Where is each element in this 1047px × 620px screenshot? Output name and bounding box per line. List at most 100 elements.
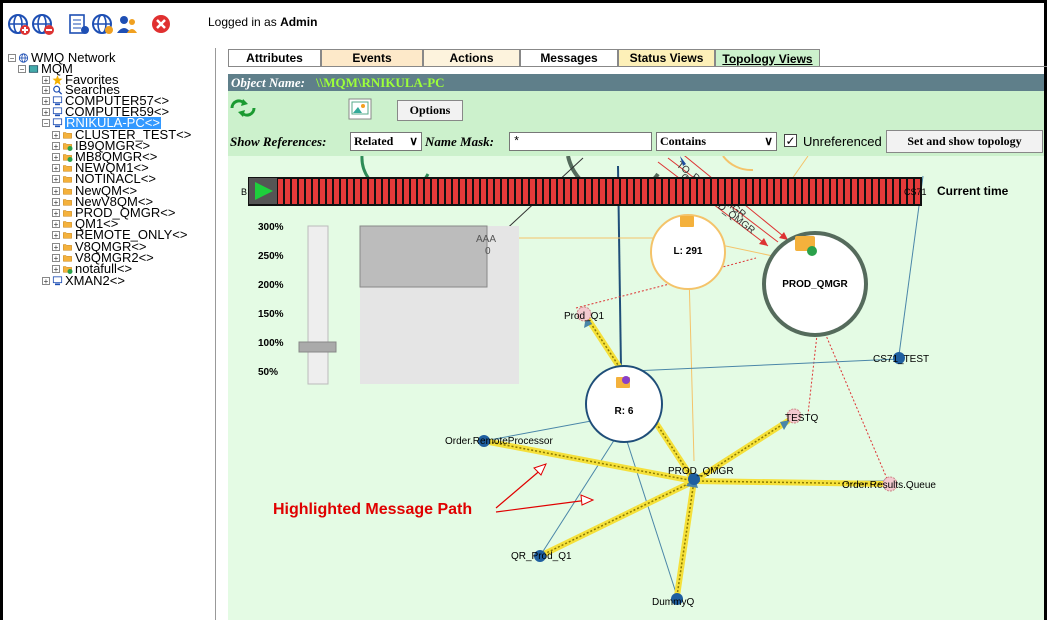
timeline-segment[interactable] [845,179,850,204]
users-icon[interactable] [116,13,138,35]
timeline-segment[interactable] [656,179,661,204]
zoom-slider-thumb[interactable] [298,341,337,353]
expand-icon[interactable]: + [52,197,60,206]
timeline-segment[interactable] [761,179,766,204]
timeline-segment[interactable] [530,179,535,204]
timeline-segment[interactable] [880,179,885,204]
timeline-segment[interactable] [747,179,752,204]
timeline-segment[interactable] [859,179,864,204]
close-icon[interactable] [150,13,172,35]
collapse-icon[interactable]: − [42,118,50,127]
timeline-segment[interactable] [348,179,353,204]
expand-icon[interactable]: + [52,141,60,150]
timeline-segment[interactable] [334,179,339,204]
timeline-segment[interactable] [705,179,710,204]
expand-icon[interactable]: + [52,219,60,228]
collapse-icon[interactable]: − [8,53,16,62]
timeline-segment[interactable] [523,179,528,204]
timeline-segment[interactable] [621,179,626,204]
expand-icon[interactable]: + [52,174,60,183]
tab-status-views[interactable]: Status Views [618,49,715,66]
timeline-segment[interactable] [740,179,745,204]
expand-icon[interactable]: + [42,85,50,94]
timeline-segment[interactable] [642,179,647,204]
expand-icon[interactable]: + [52,242,60,251]
timeline-segment[interactable] [467,179,472,204]
timeline-segment[interactable] [726,179,731,204]
expand-icon[interactable]: + [52,130,60,139]
timeline-segment[interactable] [670,179,675,204]
timeline-segment[interactable] [817,179,822,204]
timeline-segment[interactable] [768,179,773,204]
timeline-segment[interactable] [663,179,668,204]
expand-icon[interactable]: + [42,96,50,105]
timeline-segment[interactable] [299,179,304,204]
timeline-segment[interactable] [383,179,388,204]
timeline-segment[interactable] [712,179,717,204]
timeline-segment[interactable] [754,179,759,204]
tree-divider[interactable] [215,48,216,620]
set-and-show-topology-button[interactable]: Set and show topology [886,130,1043,153]
timeline-segment[interactable] [733,179,738,204]
timeline-segment[interactable] [320,179,325,204]
tab-actions[interactable]: Actions [423,49,520,66]
topology-canvas[interactable]: TO_PROD_QMGR CHL_PROD_QMGR L: 291 R: 6 P… [228,156,1044,620]
timeline-segment[interactable] [579,179,584,204]
expand-icon[interactable]: + [42,276,50,285]
timeline-segment[interactable] [873,179,878,204]
timeline-segment[interactable] [376,179,381,204]
export-image-icon[interactable] [348,98,372,120]
remove-network-icon[interactable] [32,13,54,35]
timeline-segment[interactable] [691,179,696,204]
timeline-segment[interactable] [635,179,640,204]
timeline-segment[interactable] [292,179,297,204]
timeline-segment[interactable] [285,179,290,204]
refresh-icon[interactable] [229,97,257,119]
expand-icon[interactable]: + [52,208,60,217]
timeline-segment[interactable] [586,179,591,204]
group-circle-partial[interactable] [722,156,754,172]
timeline-segment[interactable] [411,179,416,204]
tree-item[interactable]: + XMAN2<> [42,274,125,287]
timeline-segment[interactable] [278,179,283,204]
expand-icon[interactable]: + [52,230,60,239]
expand-icon[interactable]: + [52,264,60,273]
timeline-segment[interactable] [453,179,458,204]
expand-icon[interactable]: + [52,163,60,172]
timeline-segment[interactable] [831,179,836,204]
timeline-segment[interactable] [446,179,451,204]
timeline-segment[interactable] [313,179,318,204]
timeline-segment[interactable] [698,179,703,204]
timeline-segment[interactable] [565,179,570,204]
timeline-segment[interactable] [894,179,899,204]
tab-messages[interactable]: Messages [520,49,618,66]
show-references-select[interactable]: Related ∨ [350,132,422,151]
timeline-segment[interactable] [719,179,724,204]
timeline-segment[interactable] [306,179,311,204]
timeline-segment[interactable] [502,179,507,204]
timeline-segment[interactable] [684,179,689,204]
network-settings-icon[interactable] [92,13,114,35]
timeline-segment[interactable] [474,179,479,204]
timeline-segment[interactable] [782,179,787,204]
timeline-segment[interactable] [803,179,808,204]
collapse-icon[interactable]: − [18,64,26,73]
timeline-segment[interactable] [866,179,871,204]
expand-icon[interactable]: + [42,75,50,84]
timeline-segment[interactable] [852,179,857,204]
timeline-segment[interactable] [341,179,346,204]
timeline-segment[interactable] [369,179,374,204]
timeline-segment[interactable] [516,179,521,204]
timeline-segment[interactable] [887,179,892,204]
timeline-segment[interactable] [607,179,612,204]
expand-icon[interactable]: + [42,107,50,116]
timeline-segment[interactable] [439,179,444,204]
timeline-segment[interactable] [488,179,493,204]
timeline-segment[interactable] [432,179,437,204]
timeline-segment[interactable] [495,179,500,204]
timeline-segment[interactable] [537,179,542,204]
name-mask-input[interactable]: * [509,132,652,151]
timeline-segment[interactable] [614,179,619,204]
timeline-segment[interactable] [397,179,402,204]
timeline-segment[interactable] [628,179,633,204]
